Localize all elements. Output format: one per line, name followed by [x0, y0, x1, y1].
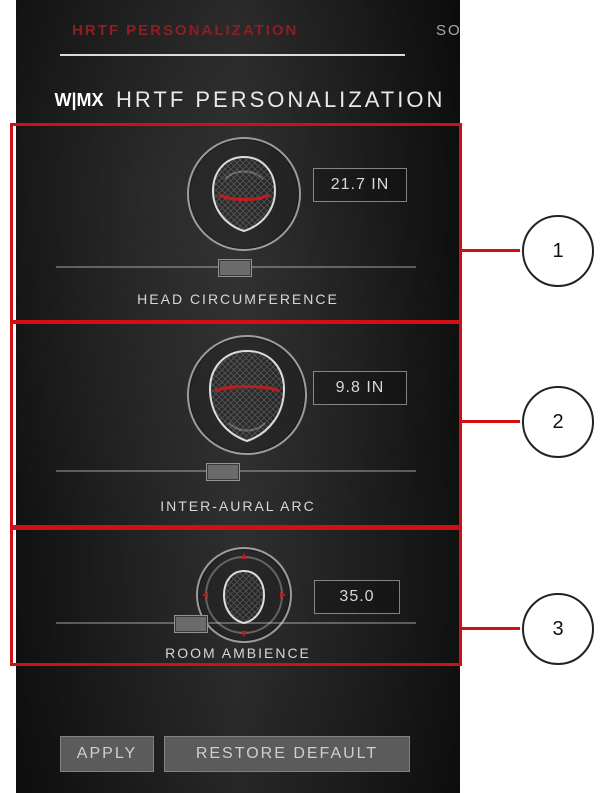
tab-underline: [60, 54, 405, 56]
tab-hrtf-personalization[interactable]: HRTF PERSONALIZATION: [72, 22, 298, 39]
callout-line-2: [462, 420, 520, 423]
callout-number-1: 1: [522, 215, 594, 287]
brand-header: W|MX HRTF PERSONALIZATION: [52, 80, 460, 120]
brand-logo: W|MX: [54, 89, 104, 110]
callout-box-1: [10, 123, 462, 323]
apply-button[interactable]: APPLY: [60, 736, 154, 772]
callout-number-2: 2: [522, 386, 594, 458]
brand-title: HRTF PERSONALIZATION: [116, 87, 446, 112]
bottom-actions: APPLY RESTORE DEFAULT: [60, 736, 450, 772]
tab-bar: HRTF PERSONALIZATION SO: [60, 12, 460, 60]
callout-number-3: 3: [522, 593, 594, 665]
restore-default-button[interactable]: RESTORE DEFAULT: [164, 736, 410, 772]
callout-line-1: [462, 249, 520, 252]
callout-line-3: [462, 627, 520, 630]
callout-box-3: [10, 527, 462, 666]
tab-so[interactable]: SO: [436, 22, 460, 39]
callout-box-2: [10, 321, 462, 528]
